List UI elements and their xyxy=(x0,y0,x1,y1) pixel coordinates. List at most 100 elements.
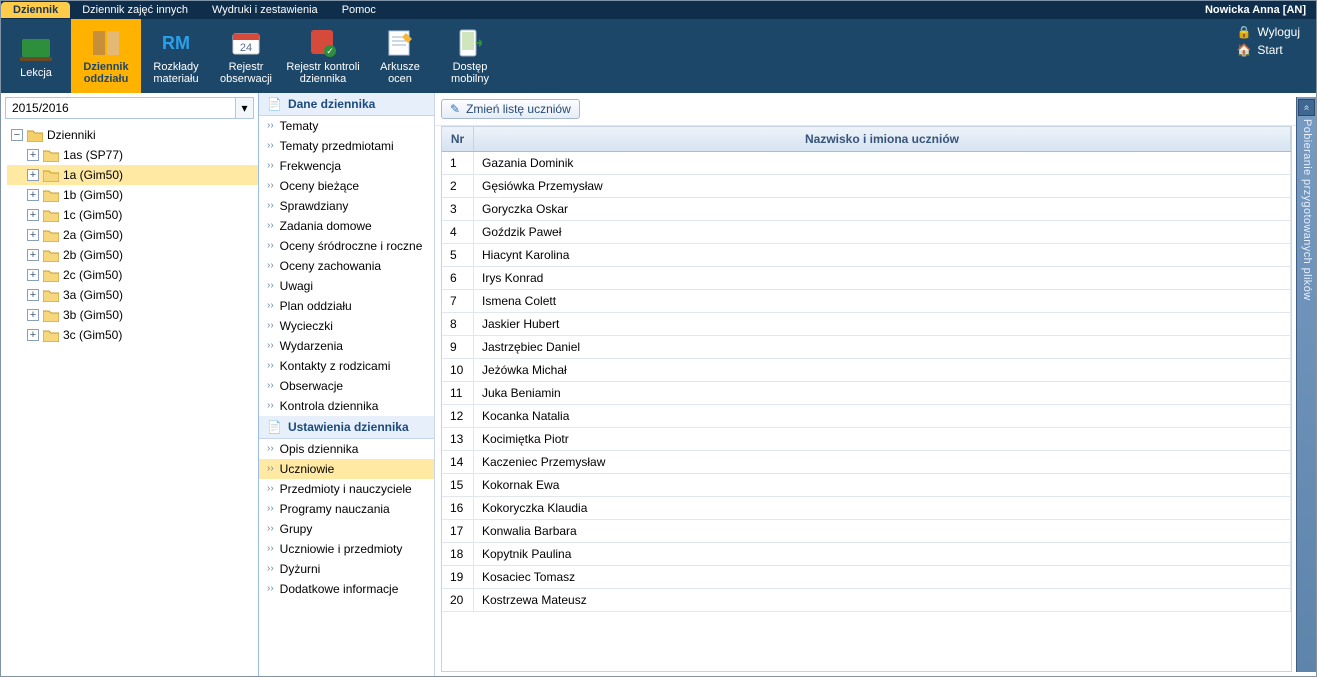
chevron-right-icon: ›› xyxy=(267,299,274,313)
section-item[interactable]: ››Dyżurni xyxy=(259,559,434,579)
tree-item[interactable]: +1a (Gim50) xyxy=(7,165,258,185)
expand-icon[interactable]: + xyxy=(27,249,39,261)
downloads-panel-tab[interactable]: « Pobieranie przygotowanych plików xyxy=(1296,97,1316,672)
expand-icon[interactable]: + xyxy=(27,269,39,281)
section-item[interactable]: ››Oceny zachowania xyxy=(259,256,434,276)
table-row[interactable]: 3Goryczka Oskar xyxy=(442,198,1291,221)
school-year-select[interactable]: 2015/2016 ▾ xyxy=(5,97,254,119)
table-row[interactable]: 12Kocanka Natalia xyxy=(442,405,1291,428)
section-item[interactable]: ››Uczniowie xyxy=(259,459,434,479)
ribbon-dostep-mobilny[interactable]: Dostęp mobilny xyxy=(435,19,505,93)
change-students-button[interactable]: ✎ Zmień listę uczniów xyxy=(441,99,580,119)
section-item[interactable]: ››Programy nauczania xyxy=(259,499,434,519)
table-row[interactable]: 5Hiacynt Karolina xyxy=(442,244,1291,267)
section-item[interactable]: ››Kontrola dziennika xyxy=(259,396,434,416)
table-row[interactable]: 18Kopytnik Paulina xyxy=(442,543,1291,566)
start-link[interactable]: 🏠 Start xyxy=(1236,43,1300,57)
expand-icon[interactable]: + xyxy=(27,169,39,181)
tree-root[interactable]: −Dzienniki xyxy=(7,125,258,145)
tree-item[interactable]: +3a (Gim50) xyxy=(7,285,258,305)
table-row[interactable]: 14Kaczeniec Przemysław xyxy=(442,451,1291,474)
table-row[interactable]: 17Konwalia Barbara xyxy=(442,520,1291,543)
tree-item[interactable]: +3c (Gim50) xyxy=(7,325,258,345)
table-row[interactable]: 2Gęsiówka Przemysław xyxy=(442,175,1291,198)
chevron-right-icon: ›› xyxy=(267,319,274,333)
col-name[interactable]: Nazwisko i imiona uczniów xyxy=(474,127,1291,151)
ribbon-arkusze[interactable]: Arkusze ocen xyxy=(365,19,435,93)
tab-dziennik[interactable]: Dziennik xyxy=(1,2,70,18)
table-row[interactable]: 19Kosaciec Tomasz xyxy=(442,566,1291,589)
table-row[interactable]: 16Kokoryczka Klaudia xyxy=(442,497,1291,520)
lock-icon: 🔒 xyxy=(1236,25,1251,39)
ribbon-rejestr-kontroli[interactable]: ✓ Rejestr kontroli dziennika xyxy=(281,19,365,93)
section-item[interactable]: ››Uwagi xyxy=(259,276,434,296)
expand-icon[interactable]: + xyxy=(27,329,39,341)
expand-icon[interactable]: + xyxy=(27,229,39,241)
table-row[interactable]: 15Kokornak Ewa xyxy=(442,474,1291,497)
notebook-icon xyxy=(90,27,122,59)
table-row[interactable]: 20Kostrzewa Mateusz xyxy=(442,589,1291,612)
tree-item[interactable]: +1b (Gim50) xyxy=(7,185,258,205)
chevron-right-icon: ›› xyxy=(267,279,274,293)
table-row[interactable]: 8Jaskier Hubert xyxy=(442,313,1291,336)
section-item[interactable]: ››Frekwencja xyxy=(259,156,434,176)
chevron-right-icon: ›› xyxy=(267,502,274,516)
tree-item[interactable]: +2c (Gim50) xyxy=(7,265,258,285)
table-row[interactable]: 9Jastrzębiec Daniel xyxy=(442,336,1291,359)
table-row[interactable]: 11Juka Beniamin xyxy=(442,382,1291,405)
shield-check-icon: ✓ xyxy=(307,27,339,59)
section-item[interactable]: ››Zadania domowe xyxy=(259,216,434,236)
ribbon-lekcja[interactable]: Lekcja xyxy=(1,19,71,93)
tab-dziennik-innych[interactable]: Dziennik zajęć innych xyxy=(70,2,200,18)
section-item[interactable]: ››Plan oddziału xyxy=(259,296,434,316)
section-item[interactable]: ››Dodatkowe informacje xyxy=(259,579,434,599)
tab-wydruki[interactable]: Wydruki i zestawienia xyxy=(200,2,330,18)
expand-icon[interactable]: + xyxy=(27,309,39,321)
section-item[interactable]: ››Opis dziennika xyxy=(259,439,434,459)
table-row[interactable]: 7Ismena Colett xyxy=(442,290,1291,313)
section-item[interactable]: ››Przedmioty i nauczyciele xyxy=(259,479,434,499)
ribbon-rejestr-obserwacji[interactable]: 24 Rejestr obserwacji xyxy=(211,19,281,93)
current-user: Nowicka Anna [AN] xyxy=(1205,4,1316,16)
section-header: 📄Dane dziennika xyxy=(259,93,434,116)
pencil-icon: ✎ xyxy=(450,102,460,116)
tree-item[interactable]: +2b (Gim50) xyxy=(7,245,258,265)
section-item[interactable]: ››Wydarzenia xyxy=(259,336,434,356)
collapse-icon[interactable]: − xyxy=(11,129,23,141)
chevron-right-icon: ›› xyxy=(267,442,274,456)
table-row[interactable]: 13Kocimiętka Piotr xyxy=(442,428,1291,451)
section-item[interactable]: ››Tematy przedmiotami xyxy=(259,136,434,156)
section-item[interactable]: ››Wycieczki xyxy=(259,316,434,336)
table-row[interactable]: 10Jeżówka Michał xyxy=(442,359,1291,382)
logout-link[interactable]: 🔒 Wyloguj xyxy=(1236,25,1300,39)
section-item[interactable]: ››Uczniowie i przedmioty xyxy=(259,539,434,559)
tree-item[interactable]: +1as (SP77) xyxy=(7,145,258,165)
chevron-right-icon: ›› xyxy=(267,159,274,173)
expand-icon[interactable]: + xyxy=(27,149,39,161)
table-row[interactable]: 6Irys Konrad xyxy=(442,267,1291,290)
chevron-right-icon: ›› xyxy=(267,199,274,213)
chevron-right-icon: ›› xyxy=(267,239,274,253)
table-row[interactable]: 1Gazania Dominik xyxy=(442,152,1291,175)
tree-item[interactable]: +1c (Gim50) xyxy=(7,205,258,225)
section-item[interactable]: ››Oceny bieżące xyxy=(259,176,434,196)
section-item[interactable]: ››Sprawdziany xyxy=(259,196,434,216)
chevron-right-icon: ›› xyxy=(267,482,274,496)
ribbon-dziennik-oddzialu[interactable]: Dziennik oddziału xyxy=(71,19,141,93)
section-item[interactable]: ››Kontakty z rodzicami xyxy=(259,356,434,376)
expand-icon[interactable]: + xyxy=(27,289,39,301)
section-item[interactable]: ››Oceny śródroczne i roczne xyxy=(259,236,434,256)
section-item[interactable]: ››Grupy xyxy=(259,519,434,539)
col-nr[interactable]: Nr xyxy=(442,127,474,151)
section-item[interactable]: ››Obserwacje xyxy=(259,376,434,396)
ribbon-rozklady[interactable]: RM Rozkłady materiału xyxy=(141,19,211,93)
expand-icon[interactable]: + xyxy=(27,189,39,201)
table-row[interactable]: 4Goździk Paweł xyxy=(442,221,1291,244)
section-item[interactable]: ››Tematy xyxy=(259,116,434,136)
tab-pomoc[interactable]: Pomoc xyxy=(330,2,388,18)
expand-icon[interactable]: + xyxy=(27,209,39,221)
tree-item[interactable]: +2a (Gim50) xyxy=(7,225,258,245)
chevron-right-icon: ›› xyxy=(267,399,274,413)
chevron-right-icon: ›› xyxy=(267,219,274,233)
tree-item[interactable]: +3b (Gim50) xyxy=(7,305,258,325)
